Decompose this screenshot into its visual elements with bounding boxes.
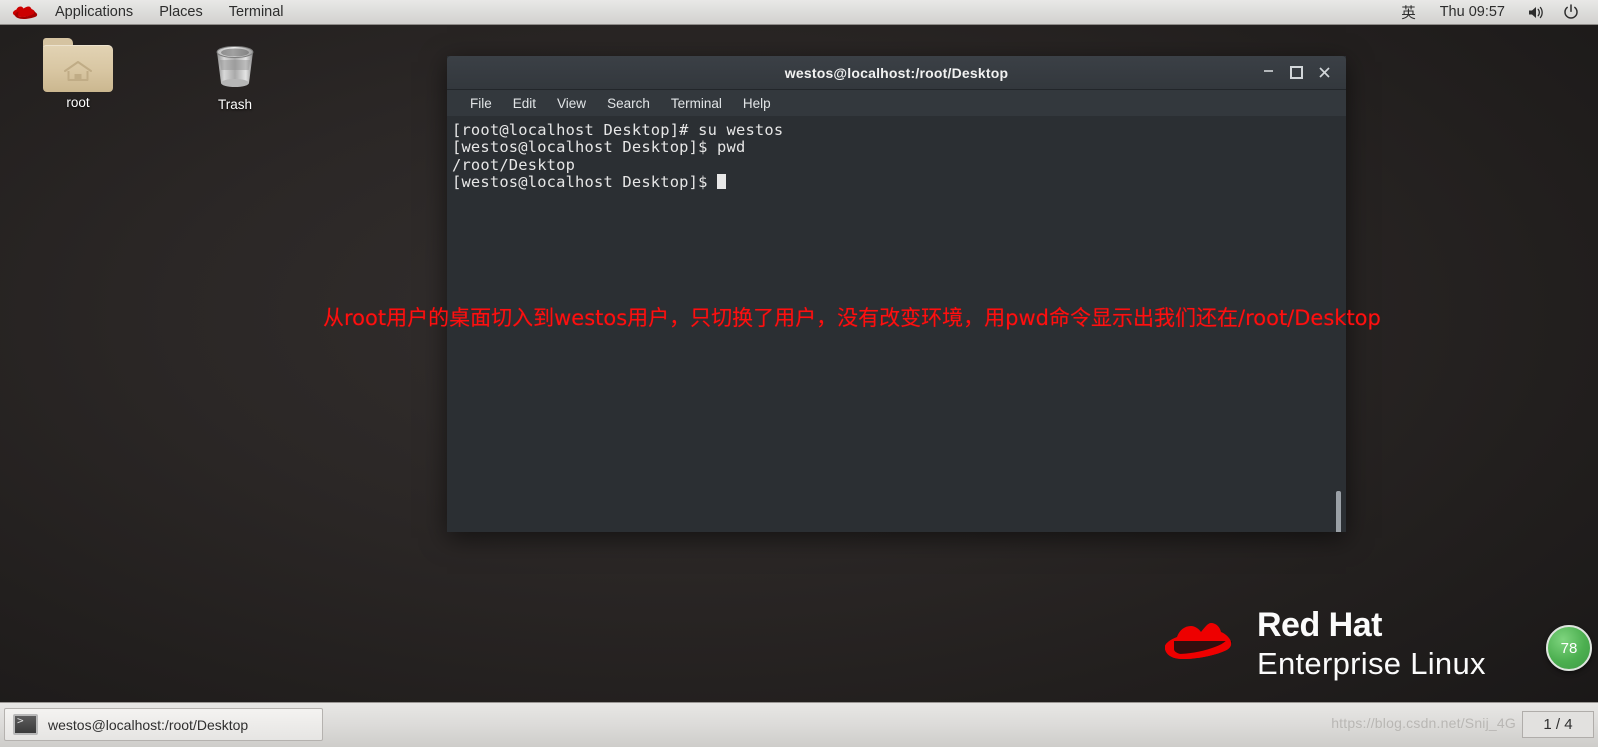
terminal-menu-label: Terminal	[228, 4, 284, 20]
redhat-hat-icon	[1164, 615, 1243, 672]
redhat-logo-glyph	[12, 4, 38, 20]
notification-badge[interactable]: 78	[1546, 625, 1592, 671]
terminal-menu[interactable]: Terminal	[216, 0, 297, 24]
trash-icon	[207, 38, 263, 94]
menu-search[interactable]: Search	[598, 94, 659, 113]
places-menu-label: Places	[159, 4, 203, 20]
applications-menu-label: Applications	[55, 4, 134, 20]
terminal-line-3: [westos@localhost Desktop]$	[452, 173, 718, 192]
workspace-switcher[interactable]: 1 / 4	[1522, 711, 1594, 738]
csdn-watermark: https://blog.csdn.net/Snij_4G	[1331, 715, 1516, 731]
terminal-icon	[13, 714, 38, 735]
desktop-icon-trash[interactable]: Trash	[181, 38, 289, 112]
terminal-cursor	[717, 174, 727, 190]
top-panel: Applications Places Terminal 英 Thu 09:57	[0, 0, 1598, 25]
home-folder-icon	[43, 38, 113, 92]
places-menu[interactable]: Places	[146, 0, 216, 24]
terminal-line-0: [root@localhost Desktop]# su westos	[452, 121, 784, 139]
rhel-wordmark: Red Hat Enterprise Linux	[1257, 608, 1486, 679]
terminal-window-title: westos@localhost:/root/Desktop	[784, 64, 1009, 81]
menu-help[interactable]: Help	[734, 94, 780, 113]
maximize-button[interactable]	[1282, 60, 1310, 86]
redhat-logo-icon	[0, 0, 42, 24]
rhel-watermark: Red Hat Enterprise Linux	[1164, 608, 1486, 679]
desktop-icon-root-label: root	[66, 95, 90, 110]
desktop-icon-trash-label: Trash	[217, 97, 252, 112]
desktop-screen: Applications Places Terminal 英 Thu 09:57	[0, 0, 1598, 747]
terminal-titlebar[interactable]: westos@localhost:/root/Desktop	[447, 56, 1346, 90]
terminal-scrollbar-thumb[interactable]	[1336, 491, 1341, 532]
terminal-line-2: /root/Desktop	[452, 155, 576, 174]
rhel-brand-line2: Enterprise Linux	[1257, 646, 1486, 681]
window-controls	[1254, 56, 1346, 90]
terminal-line-1: [westos@localhost Desktop]$ pwd	[452, 138, 746, 157]
menu-file[interactable]: File	[461, 94, 501, 113]
bottom-panel: westos@localhost:/root/Desktop https://b…	[0, 702, 1598, 747]
menu-edit[interactable]: Edit	[504, 94, 545, 113]
taskbar-window-button[interactable]: westos@localhost:/root/Desktop	[4, 708, 323, 741]
house-glyph-icon	[64, 61, 92, 81]
input-method-indicator[interactable]: 英	[1391, 2, 1426, 23]
top-panel-right: 英 Thu 09:57	[1391, 0, 1598, 24]
terminal-window[interactable]: westos@localhost:/root/Desktop File Edit…	[447, 56, 1346, 532]
power-icon[interactable]	[1554, 4, 1588, 20]
applications-menu[interactable]: Applications	[42, 0, 146, 24]
terminal-menubar: File Edit View Search Terminal Help	[447, 90, 1346, 118]
workspace-switcher-label: 1 / 4	[1543, 716, 1573, 733]
rhel-brand-line1: Red Hat	[1257, 606, 1382, 644]
notification-badge-value: 78	[1560, 639, 1578, 657]
clock[interactable]: Thu 09:57	[1426, 4, 1519, 20]
minimize-button[interactable]	[1254, 56, 1282, 90]
volume-icon[interactable]	[1519, 5, 1554, 20]
menu-terminal[interactable]: Terminal	[662, 94, 731, 113]
close-button[interactable]	[1310, 60, 1338, 86]
desktop-icon-root[interactable]: root	[24, 38, 132, 110]
menu-view[interactable]: View	[548, 94, 595, 113]
top-panel-left: Applications Places Terminal	[0, 0, 297, 24]
terminal-output-text: [root@localhost Desktop]# su westos [wes…	[452, 121, 784, 192]
taskbar-window-label: westos@localhost:/root/Desktop	[48, 716, 249, 733]
annotation-text: 从root用户的桌面切入到westos用户，只切换了用户，没有改变环境，用pwd…	[323, 306, 1381, 330]
